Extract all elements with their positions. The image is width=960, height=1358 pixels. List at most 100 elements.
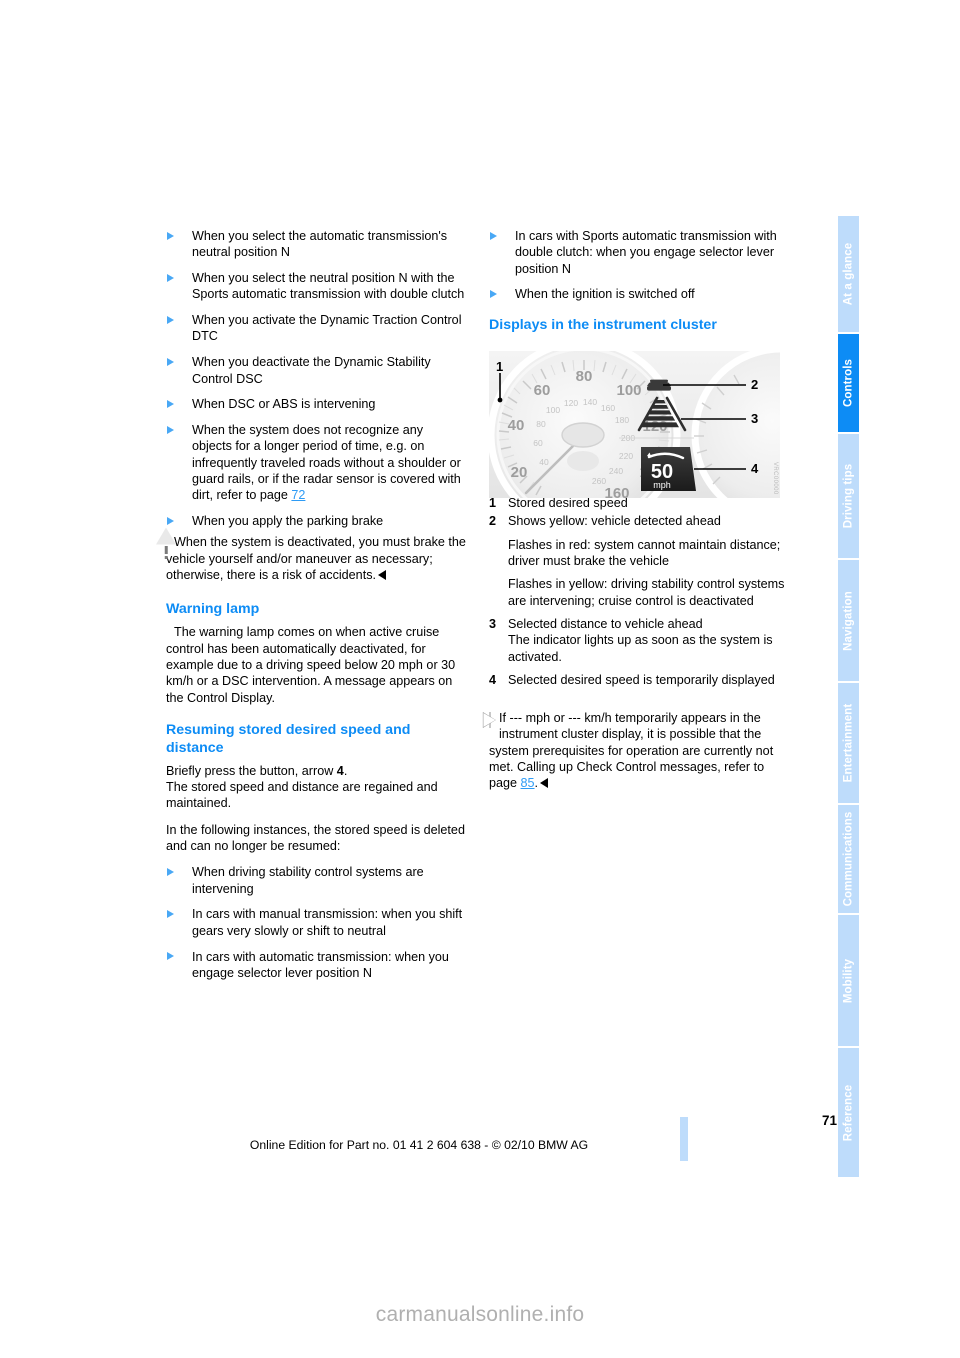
sidebar-tab-label: Controls: [842, 358, 854, 408]
legend-item-4: 4 Selected desired speed is temporarily …: [489, 672, 789, 688]
svg-text:240: 240: [609, 466, 623, 476]
list-item: In cars with automatic transmission: whe…: [166, 949, 466, 982]
list-item: When you deactivate the Dynamic Stabilit…: [166, 354, 466, 387]
list-item-text: When the ignition is switched off: [515, 287, 695, 302]
list-item-parking-brake: When you apply the parking brake: [166, 513, 466, 529]
list-item-text: When you select the neutral position N w…: [192, 271, 465, 302]
bullet-triangle-icon: [167, 399, 174, 408]
sidebar-tab-label: Reference: [842, 1084, 854, 1141]
display-speed-unit: mph: [653, 480, 671, 490]
sidebar-tab-communications[interactable]: Communications: [838, 805, 859, 915]
svg-text:220: 220: [619, 451, 633, 461]
figure-code-label: VRC00000: [772, 462, 778, 495]
svg-text:260: 260: [592, 476, 606, 486]
sidebar-tab-label: At a glance: [842, 242, 854, 306]
resuming-result-text: The stored speed and distance are regain…: [166, 780, 438, 811]
list-item: When driving stability control systems a…: [166, 864, 466, 897]
sidebar-tab-entertainment[interactable]: Entertainment: [838, 683, 859, 805]
legend-item-3: 3 Selected distance to vehicle ahead The…: [489, 616, 789, 665]
info-triangle-icon: [482, 712, 496, 729]
list-item: When the ignition is switched off: [489, 286, 789, 302]
bullet-triangle-icon: [167, 315, 174, 324]
svg-text:40: 40: [508, 417, 525, 434]
page-number: 71: [821, 1113, 837, 1128]
list-item: In cars with manual transmission: when y…: [166, 906, 466, 939]
list-item: In cars with Sports automatic transmissi…: [489, 228, 789, 277]
bullet-triangle-icon: [167, 952, 174, 960]
info-notice-text-end: .: [534, 776, 539, 791]
sidebar-tab-controls[interactable]: Controls: [838, 334, 859, 434]
callout-number-3: 3: [751, 411, 759, 426]
list-item-text: When DSC or ABS is intervening: [192, 397, 376, 412]
info-notice: If --- mph or --- km/h temporarily appea…: [482, 710, 789, 791]
sidebar-tab-driving-tips[interactable]: Driving tips: [838, 434, 859, 560]
bullet-triangle-icon: [167, 273, 174, 282]
deactivation-conditions-list: When you select the automatic transmissi…: [166, 228, 466, 529]
legend-text: Selected desired speed is temporarily di…: [508, 672, 775, 687]
deactivation-conditions-continued-list: In cars with Sports automatic transmissi…: [489, 228, 789, 303]
speed-deletion-conditions-list: When driving stability control systems a…: [166, 864, 466, 981]
warning-lamp-heading: Warning lamp: [166, 601, 260, 618]
warning-lamp-text: The warning lamp comes on when active cr…: [166, 625, 456, 705]
manual-page: At a glance Controls Driving tips Naviga…: [0, 0, 960, 1358]
sidebar-tab-reference[interactable]: Reference: [838, 1048, 859, 1177]
watermark: carmanualsonline.info: [375, 1303, 585, 1326]
list-item: When you select the neutral position N w…: [166, 270, 466, 303]
warning-notice: When the system is deactivated, you must…: [156, 527, 466, 583]
displays-heading: Displays in the instrument cluster: [489, 316, 717, 333]
legend-text: Selected distance to vehicle ahead: [508, 616, 703, 631]
notice-end-marker-icon: [540, 778, 549, 789]
page-reference-link-72[interactable]: 72: [291, 488, 305, 502]
list-item: When DSC or ABS is intervening: [166, 396, 466, 412]
bullet-triangle-icon: [167, 909, 174, 918]
bullet-triangle-icon: [490, 289, 497, 298]
svg-text:60: 60: [533, 438, 543, 448]
svg-text:160: 160: [601, 403, 615, 413]
sidebar-tab-at-a-glance[interactable]: At a glance: [838, 216, 859, 334]
sidebar-tab-navigation[interactable]: Navigation: [838, 560, 859, 683]
bullet-triangle-icon: [490, 231, 497, 240]
page-reference-link-85[interactable]: 85: [521, 776, 535, 790]
warning-lamp-notice: The warning lamp comes on when active cr…: [166, 624, 466, 705]
section-tab-rail: At a glance Controls Driving tips Naviga…: [838, 216, 859, 1179]
svg-text:60: 60: [534, 382, 551, 399]
svg-text:20: 20: [511, 464, 528, 481]
legend-item-2: 2 Shows yellow: vehicle detected ahead F…: [489, 513, 789, 608]
list-item-radar-sensor: When the system does not recognize any o…: [166, 422, 466, 503]
legend-text: Flashes in red: system cannot maintain d…: [508, 537, 781, 569]
list-item-text: In cars with automatic transmission: whe…: [192, 949, 449, 980]
left-text-column: When you select the automatic transmissi…: [156, 228, 466, 991]
svg-text:140: 140: [583, 397, 597, 407]
legend-text: Shows yellow: vehicle detected ahead: [508, 514, 721, 529]
list-item-text: When you select the automatic transmissi…: [192, 229, 448, 260]
callout-number-2: 2: [751, 377, 759, 392]
sidebar-tab-mobility[interactable]: Mobility: [838, 915, 859, 1048]
sidebar-tab-label: Navigation: [842, 590, 854, 651]
legend-text: Flashes in yellow: driving stability con…: [508, 577, 785, 608]
list-item-text: When you apply the parking brake: [192, 514, 384, 529]
svg-text:40: 40: [539, 457, 549, 467]
list-item: When you select the automatic transmissi…: [166, 228, 466, 261]
footer-edition-line: Online Edition for Part no. 01 41 2 604 …: [249, 1138, 589, 1152]
svg-text:80: 80: [576, 368, 593, 385]
svg-text:100: 100: [546, 405, 560, 415]
sidebar-tab-label: Communications: [842, 811, 854, 907]
resuming-instruction: Briefly press the button, arrow 4.: [166, 763, 466, 779]
bullet-triangle-icon: [167, 425, 174, 434]
list-item-text: When the system does not recognize any o…: [192, 423, 461, 503]
svg-text:120: 120: [564, 398, 578, 408]
resuming-deletion-intro: In the following instances, the stored s…: [166, 822, 465, 854]
bullet-triangle-icon: [167, 516, 174, 525]
instrument-cluster-figure: 20 40 60 80 100 120 140 160 40 60 80 100…: [489, 351, 780, 498]
legend-number: 4: [489, 672, 497, 687]
callout-number-4: 4: [751, 461, 759, 476]
desired-speed-display: 50 mph: [641, 447, 696, 491]
sidebar-tab-label: Entertainment: [842, 703, 854, 783]
list-item-text: When driving stability control systems a…: [192, 865, 424, 896]
right-text-column: In cars with Sports automatic transmissi…: [482, 228, 789, 794]
legend-number: 3: [489, 616, 497, 631]
list-item-text: In cars with manual transmission: when y…: [192, 907, 463, 938]
notice-end-marker-icon: [378, 570, 386, 581]
list-item-text: When you activate the Dynamic Traction C…: [192, 313, 462, 344]
svg-text:180: 180: [615, 415, 629, 425]
